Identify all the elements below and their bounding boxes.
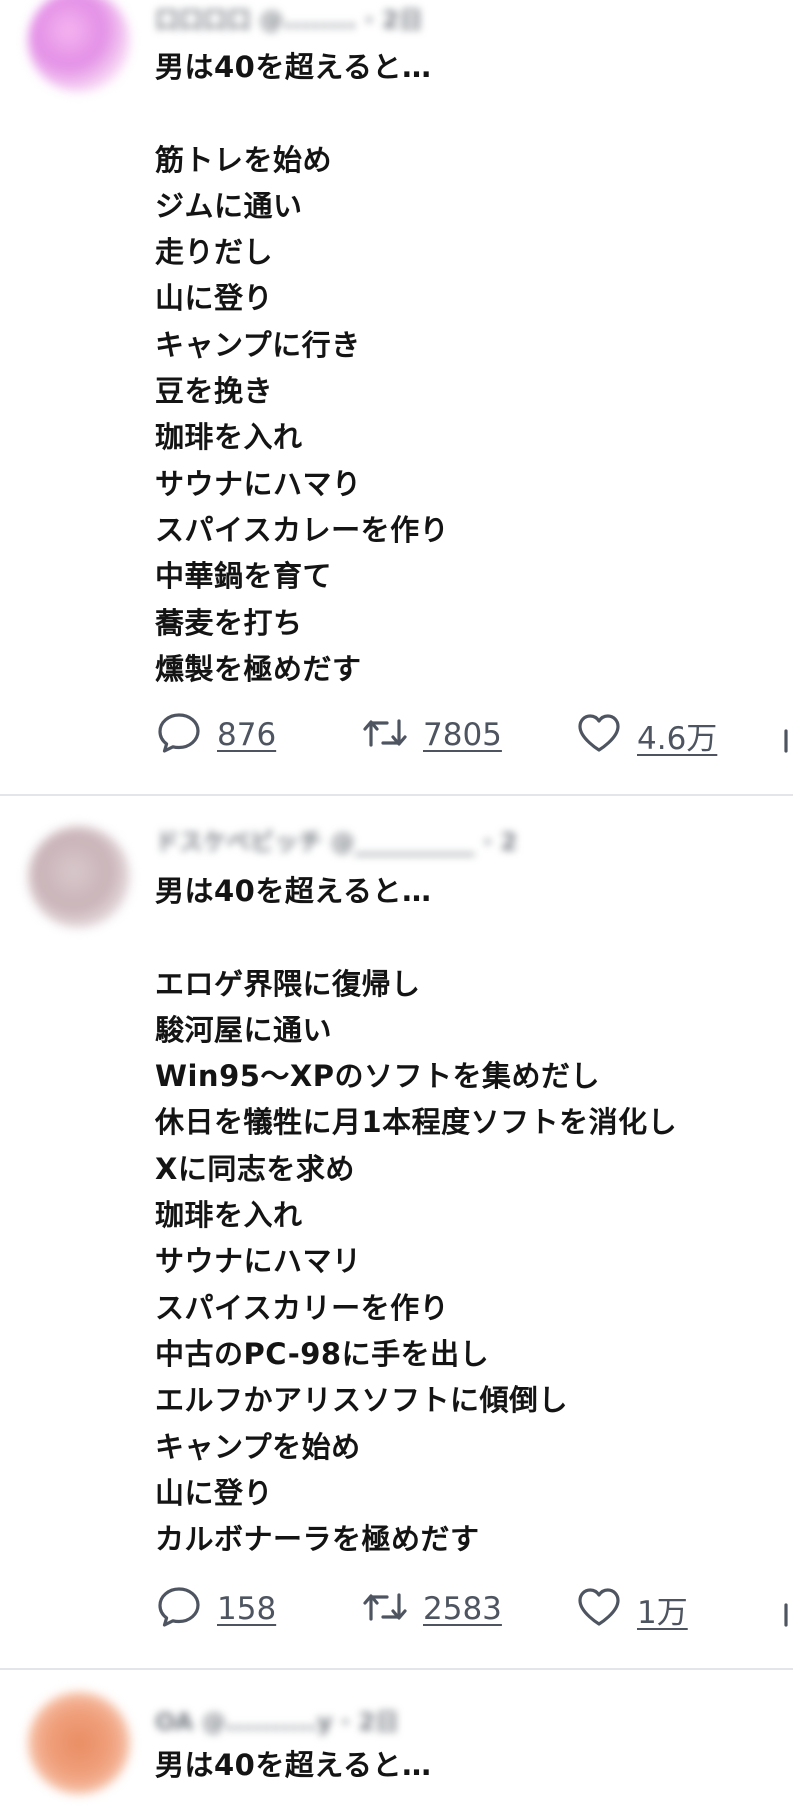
- heart-icon: [575, 1583, 623, 1635]
- tweet-text-line: キャンプを始め: [155, 1429, 361, 1464]
- tweet-text-line: キャンプに行き: [155, 327, 361, 362]
- tweet-text-line: Win95〜XPのソフトを集めだし: [155, 1059, 601, 1094]
- tweet-text: 男は40を超えると…: [155, 1742, 432, 1788]
- tweet-text-line: ジムに通い: [155, 188, 303, 223]
- tweet-text-line: スパイスカリーを作り: [155, 1290, 450, 1325]
- tweet-text-line: Xに同志を求め: [155, 1151, 355, 1186]
- tweet-text-line: エルフかアリスソフトに傾倒し: [155, 1383, 569, 1418]
- tweet-author-header[interactable]: ドスケベビッチ @__________ · 2: [155, 822, 517, 856]
- tweet-text-line: カルボナーラを極めだす: [155, 1522, 480, 1557]
- tweet-text-line: 走りだし: [155, 235, 274, 270]
- tweet-text-line: 蕎麦を打ち: [155, 605, 303, 640]
- share-button[interactable]: [783, 1584, 793, 1634]
- retweet-button[interactable]: 2583: [361, 1584, 502, 1634]
- retweet-icon: [361, 709, 409, 761]
- retweet-button[interactable]: 7805: [361, 710, 502, 760]
- tweet-text-line: 休日を犠牲に月1本程度ソフトを消化し: [155, 1105, 678, 1140]
- like-button[interactable]: 4.6万: [575, 710, 717, 760]
- tweet-text-line: 駿河屋に通い: [155, 1012, 333, 1047]
- reply-icon: [155, 1583, 203, 1635]
- like-count[interactable]: 4.6万: [637, 713, 717, 758]
- share-icon: [783, 1583, 793, 1635]
- like-button[interactable]: 1万: [575, 1584, 688, 1634]
- reply-button[interactable]: 876: [155, 710, 276, 760]
- tweet-text-line: 筋トレを始め: [155, 142, 333, 177]
- tweet-text: 男は40を超えると… 筋トレを始め ジムに通い 走りだし 山に登り キャンプに行…: [155, 44, 449, 692]
- reply-count[interactable]: 158: [217, 1591, 276, 1627]
- tweet-actions: 158 2583 1万: [155, 1584, 793, 1634]
- tweet-actions: 876 7805 4.6万: [155, 710, 793, 760]
- tweet-text-line: 珈琲を入れ: [155, 1198, 303, 1233]
- tweet-text-line: 山に登り: [155, 281, 274, 316]
- tweet-text-line: 豆を挽き: [155, 374, 274, 409]
- avatar[interactable]: [28, 0, 130, 92]
- tweet-author-header[interactable]: OA @..........y · 2日: [155, 1702, 399, 1736]
- tweet-text-line: 男は40を超えると…: [155, 50, 432, 84]
- tweet-text-line: 男は40を超えると…: [155, 874, 432, 908]
- tweet-text-line: 山に登り: [155, 1475, 274, 1510]
- tweet-text-line: 中華鍋を育て: [155, 559, 333, 594]
- timeline-feed: 口口口口 @........ · 2日 男は40を超えると… 筋トレを始め ジム…: [0, 0, 793, 1810]
- tweet-text-line: スパイスカレーを作り: [155, 512, 450, 547]
- retweet-count[interactable]: 2583: [423, 1591, 502, 1627]
- tweet-author-header[interactable]: 口口口口 @........ · 2日: [155, 0, 423, 34]
- tweet-text-line: エロゲ界隈に復帰し: [155, 966, 421, 1001]
- tweet-text: 男は40を超えると… エロゲ界隈に復帰し 駿河屋に通い Win95〜XPのソフト…: [155, 868, 677, 1562]
- avatar[interactable]: [28, 826, 130, 928]
- reply-button[interactable]: 158: [155, 1584, 276, 1634]
- tweet-text-line: 男は40を超えると…: [155, 1748, 432, 1782]
- share-button[interactable]: [783, 710, 793, 760]
- tweet[interactable]: 口口口口 @........ · 2日 男は40を超えると… 筋トレを始め ジム…: [0, 0, 793, 795]
- reply-icon: [155, 709, 203, 761]
- tweet-text-line: サウナにハマリ: [155, 1244, 362, 1279]
- tweet-text-line: 燻製を極めだす: [155, 651, 362, 686]
- tweet-text-line: 中古のPC-98に手を出し: [155, 1336, 490, 1371]
- avatar[interactable]: [28, 1692, 130, 1794]
- heart-icon: [575, 709, 623, 761]
- reply-count[interactable]: 876: [217, 717, 276, 753]
- share-icon: [783, 709, 793, 761]
- retweet-icon: [361, 1583, 409, 1635]
- tweet-text-line: 珈琲を入れ: [155, 420, 303, 455]
- like-count[interactable]: 1万: [637, 1587, 688, 1632]
- tweet-text-line: サウナにハマり: [155, 466, 362, 501]
- tweet[interactable]: OA @..........y · 2日: [0, 1670, 793, 1810]
- retweet-count[interactable]: 7805: [423, 717, 502, 753]
